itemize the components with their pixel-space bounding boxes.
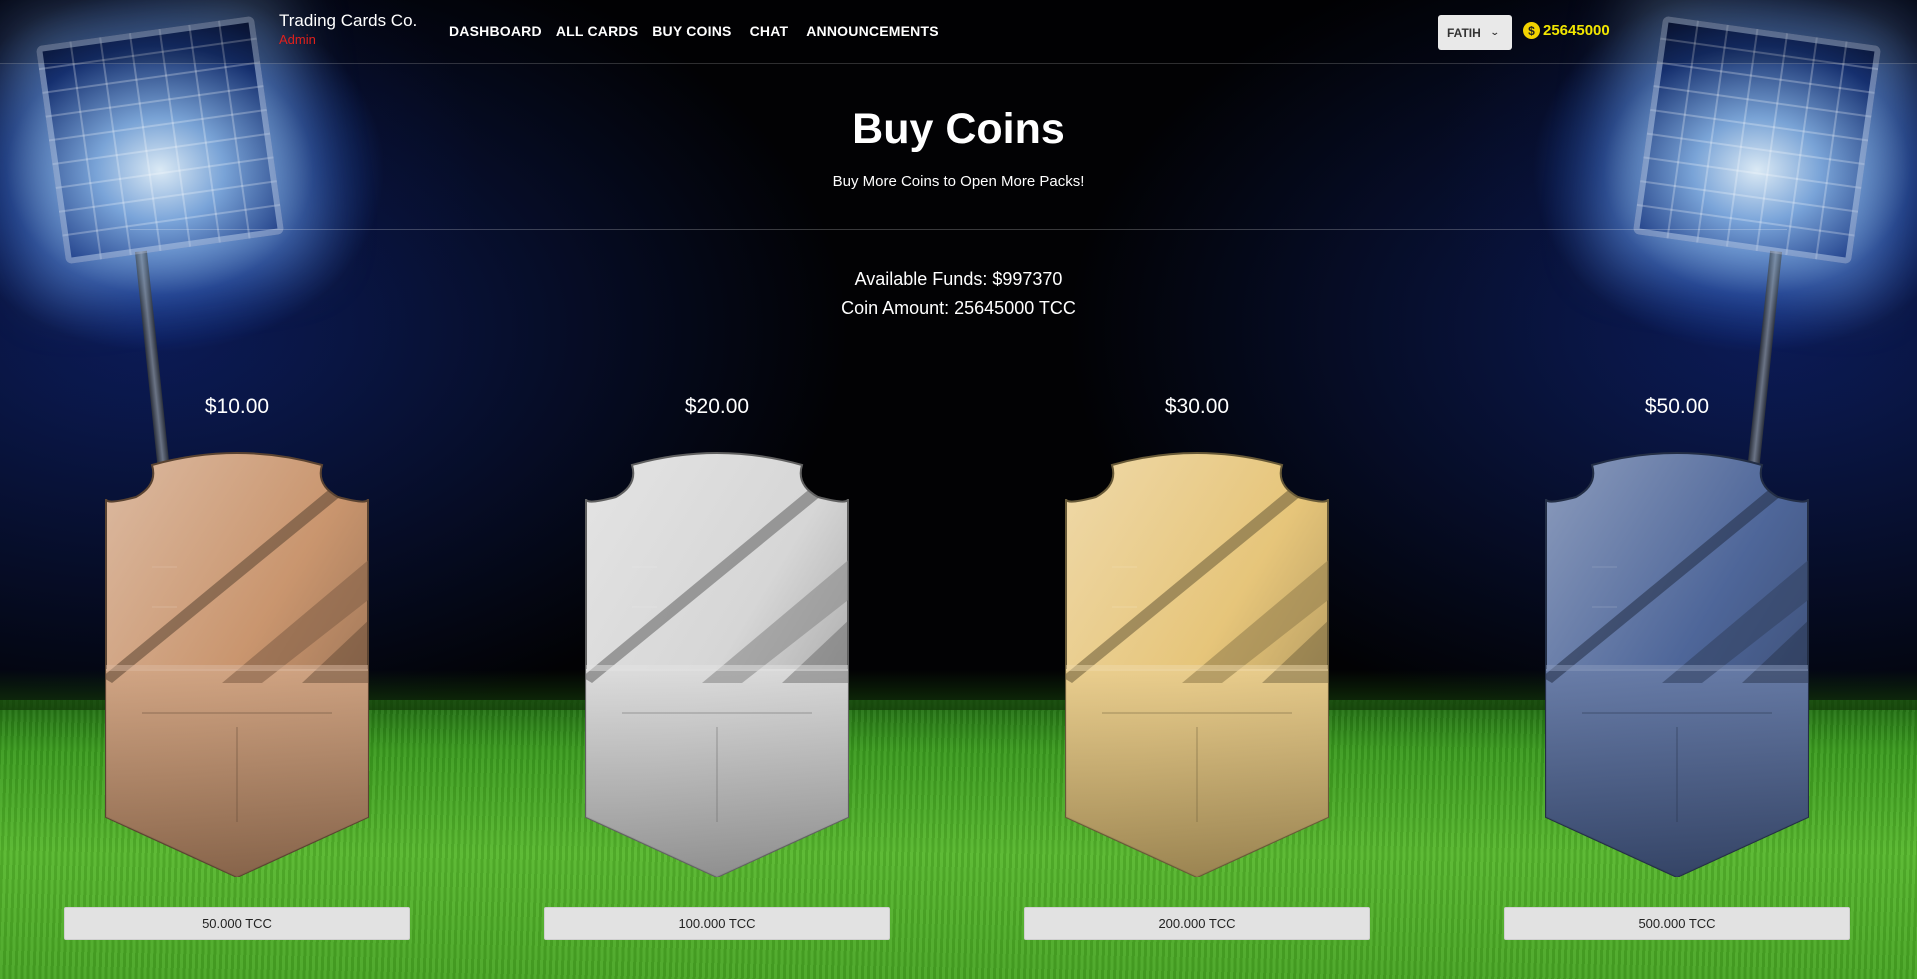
blue-card-image	[1542, 447, 1812, 877]
pack-price: $50.00	[1644, 395, 1710, 418]
nav-dashboard[interactable]: DASHBOARD	[449, 23, 542, 39]
nav-links: DASHBOARD ALL CARDS BUY COINS CHAT ANNOU…	[449, 23, 953, 39]
top-navbar: Trading Cards Co. Admin DASHBOARD ALL CA…	[0, 0, 1917, 64]
buy-pack-button[interactable]: 100.000 TCC	[544, 907, 890, 940]
buy-pack-button[interactable]: 200.000 TCC	[1024, 907, 1370, 940]
buy-pack-button[interactable]: 50.000 TCC	[64, 907, 410, 940]
coin-icon: $	[1523, 22, 1540, 39]
bronze-card-image	[102, 447, 372, 877]
divider	[130, 229, 1787, 230]
user-role-label: Admin	[279, 32, 316, 47]
brand: Trading Cards Co. Admin	[279, 11, 417, 47]
pack-gold: $30.00 200.000 TCC	[1024, 395, 1370, 940]
user-dropdown[interactable]: FATIH ⌄	[1438, 15, 1512, 50]
nav-announcements[interactable]: ANNOUNCEMENTS	[806, 23, 939, 39]
coin-balance-value: 25645000	[1543, 22, 1610, 39]
nav-chat[interactable]: CHAT	[750, 23, 789, 39]
chevron-down-icon: ⌄	[1489, 27, 1500, 37]
pack-price: $20.00	[684, 395, 750, 418]
page-title: Buy Coins	[852, 105, 1065, 153]
nav-all-cards[interactable]: ALL CARDS	[556, 23, 638, 39]
pack-price: $30.00	[1164, 395, 1230, 418]
available-funds: Available Funds: $997370	[854, 269, 1063, 289]
coin-balance: $ 25645000	[1523, 22, 1610, 39]
user-name: FATIH	[1447, 25, 1481, 40]
nav-buy-coins[interactable]: BUY COINS	[652, 23, 731, 39]
brand-name[interactable]: Trading Cards Co.	[279, 11, 417, 31]
coin-amount: Coin Amount: 25645000 TCC	[841, 298, 1076, 318]
pack-silver: $20.00 100.000 TCC	[544, 395, 890, 940]
gold-card-image	[1062, 447, 1332, 877]
page-subtitle: Buy More Coins to Open More Packs!	[832, 173, 1085, 190]
pack-bronze: $10.00 50.000 TCC	[64, 395, 410, 940]
buy-pack-button[interactable]: 500.000 TCC	[1504, 907, 1850, 940]
pack-price: $10.00	[204, 395, 270, 418]
silver-card-image	[582, 447, 852, 877]
pack-blue: $50.00 500.000 TCC	[1504, 395, 1850, 940]
